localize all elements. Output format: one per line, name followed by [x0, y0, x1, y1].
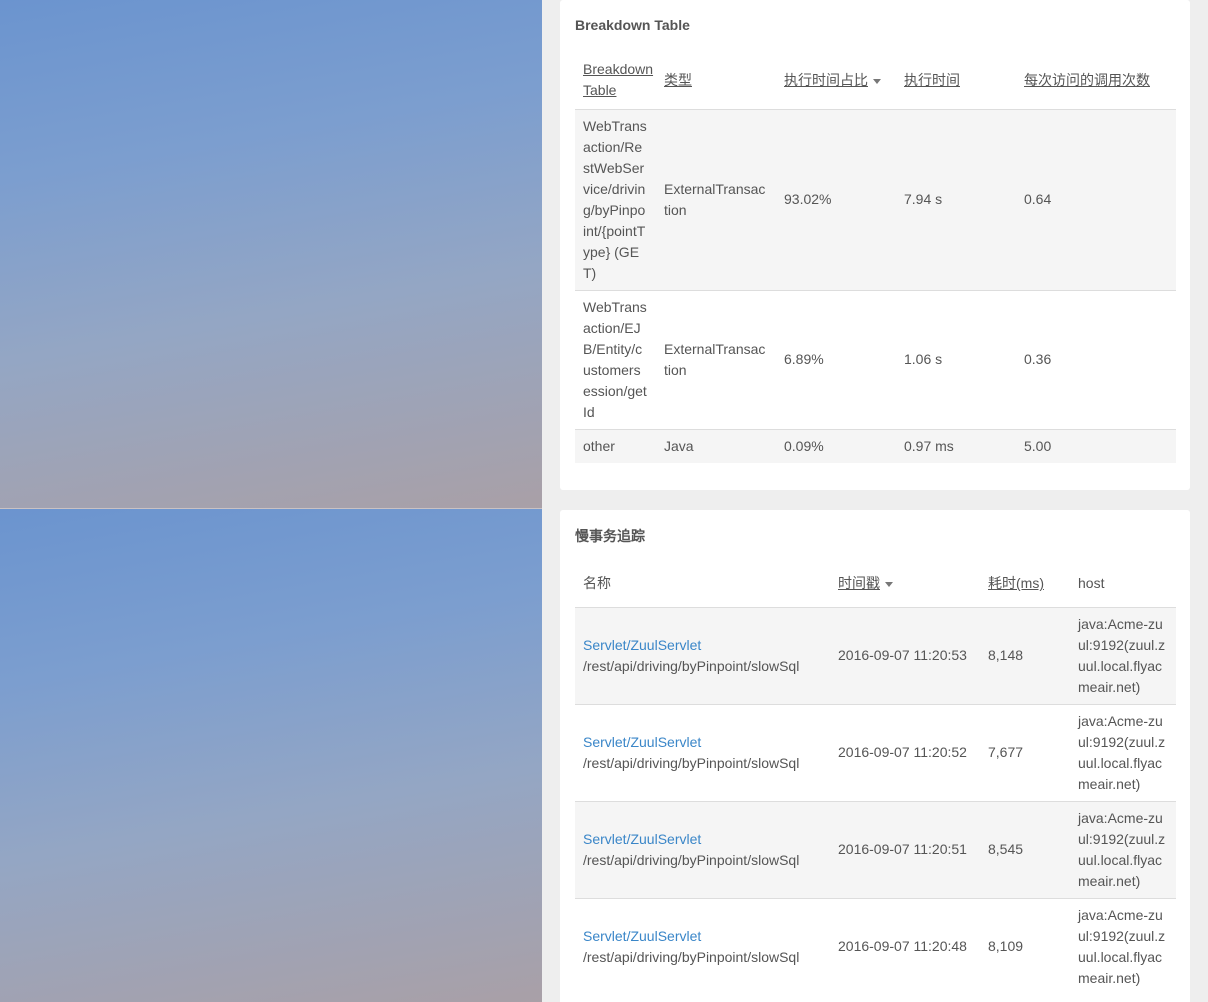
table-row: Servlet/ZuulServlet /rest/api/driving/by…	[575, 897, 1176, 995]
table-row: WebTransaction/EJB/Entity/customersessio…	[575, 289, 1176, 429]
breakdown-ratio: 6.89%	[776, 289, 896, 429]
breakdown-time: 7.94 s	[896, 108, 1016, 290]
trace-link[interactable]: Servlet/ZuulServlet	[583, 928, 701, 944]
trace-timestamp: 2016-09-07 11:20:53	[830, 606, 980, 704]
table-row: Servlet/ZuulServlet /rest/api/driving/by…	[575, 703, 1176, 801]
table-row: WebTransaction/RestWebService/driving/by…	[575, 108, 1176, 290]
trace-link[interactable]: Servlet/ZuulServlet	[583, 637, 701, 653]
trace-host: java:Acme-zuul:9192(zuul.zuul.local.flya…	[1070, 703, 1176, 801]
trace-timestamp: 2016-09-07 11:20:48	[830, 897, 980, 995]
trace-duration: 7,677	[980, 703, 1070, 801]
breakdown-ratio: 93.02%	[776, 108, 896, 290]
trace-timestamp: 2016-09-07 11:20:51	[830, 800, 980, 898]
breakdown-type: ExternalTransaction	[656, 108, 776, 290]
trace-timestamp: 2016-09-07 11:20:52	[830, 703, 980, 801]
breakdown-ratio: 0.09%	[776, 428, 896, 463]
breakdown-card: Breakdown Table Breakdown Table 类型 执行时间占…	[560, 0, 1190, 490]
breakdown-type: Java	[656, 428, 776, 463]
col-exec-time[interactable]: 执行时间	[896, 52, 1016, 110]
trace-name-cell: Servlet/ZuulServlet /rest/api/driving/by…	[575, 703, 830, 801]
slow-trace-table: 名称 时间戳 耗时(ms) host Servlet/ZuulServlet /…	[575, 561, 1176, 995]
trace-host: java:Acme-zuul:9192(zuul.zuul.local.flya…	[1070, 800, 1176, 898]
background-image-top	[0, 0, 542, 508]
col-breakdown-table[interactable]: Breakdown Table	[575, 52, 656, 110]
breakdown-header-row: Breakdown Table 类型 执行时间占比 执行时间 每次访问的调用次数	[575, 52, 1176, 110]
content-panel: Breakdown Table Breakdown Table 类型 执行时间占…	[542, 0, 1208, 1002]
trace-host: java:Acme-zuul:9192(zuul.zuul.local.flya…	[1070, 897, 1176, 995]
breakdown-name: WebTransaction/EJB/Entity/customersessio…	[575, 289, 656, 429]
slow-trace-title: 慢事务追踪	[575, 528, 645, 544]
sort-desc-icon	[873, 78, 881, 84]
breakdown-name: WebTransaction/RestWebService/driving/by…	[575, 108, 656, 290]
trace-path: /rest/api/driving/byPinpoint/slowSql	[583, 851, 800, 868]
slow-trace-card: 慢事务追踪 名称 时间戳 耗时(ms) host Servlet/ZuulSer…	[560, 510, 1190, 1002]
col-name: 名称	[583, 575, 611, 592]
trace-host: java:Acme-zuul:9192(zuul.zuul.local.flya…	[1070, 606, 1176, 704]
breakdown-name: other	[575, 428, 656, 463]
trace-path: /rest/api/driving/byPinpoint/slowSql	[583, 657, 800, 674]
background-image-bottom	[0, 509, 542, 1002]
trace-duration: 8,148	[980, 606, 1070, 704]
breakdown-time: 0.97 ms	[896, 428, 1016, 463]
trace-link[interactable]: Servlet/ZuulServlet	[583, 831, 701, 847]
trace-name-cell: Servlet/ZuulServlet /rest/api/driving/by…	[575, 606, 830, 704]
table-row: Servlet/ZuulServlet /rest/api/driving/by…	[575, 800, 1176, 898]
background-image-panel	[0, 0, 542, 1002]
slow-trace-header-row: 名称 时间戳 耗时(ms) host	[575, 561, 1176, 607]
table-row: Servlet/ZuulServlet /rest/api/driving/by…	[575, 606, 1176, 704]
breakdown-time: 1.06 s	[896, 289, 1016, 429]
col-time-ratio[interactable]: 执行时间占比	[776, 52, 896, 110]
col-calls-per-visit[interactable]: 每次访问的调用次数	[1016, 52, 1176, 110]
breakdown-calls: 5.00	[1016, 428, 1176, 463]
col-timestamp[interactable]: 时间戳	[830, 561, 980, 607]
breakdown-title: Breakdown Table	[575, 17, 690, 33]
trace-duration: 8,109	[980, 897, 1070, 995]
col-duration[interactable]: 耗时(ms)	[980, 561, 1070, 607]
sort-desc-icon	[885, 582, 893, 588]
trace-path: /rest/api/driving/byPinpoint/slowSql	[583, 948, 800, 965]
col-host: host	[1078, 575, 1105, 592]
col-type[interactable]: 类型	[656, 52, 776, 110]
breakdown-table: Breakdown Table 类型 执行时间占比 执行时间 每次访问的调用次数…	[575, 52, 1176, 463]
trace-name-cell: Servlet/ZuulServlet /rest/api/driving/by…	[575, 897, 830, 995]
breakdown-calls: 0.36	[1016, 289, 1176, 429]
trace-duration: 8,545	[980, 800, 1070, 898]
trace-path: /rest/api/driving/byPinpoint/slowSql	[583, 754, 800, 771]
breakdown-type: ExternalTransaction	[656, 289, 776, 429]
trace-name-cell: Servlet/ZuulServlet /rest/api/driving/by…	[575, 800, 830, 898]
breakdown-calls: 0.64	[1016, 108, 1176, 290]
table-row: other Java 0.09% 0.97 ms 5.00	[575, 428, 1176, 463]
trace-link[interactable]: Servlet/ZuulServlet	[583, 734, 701, 750]
